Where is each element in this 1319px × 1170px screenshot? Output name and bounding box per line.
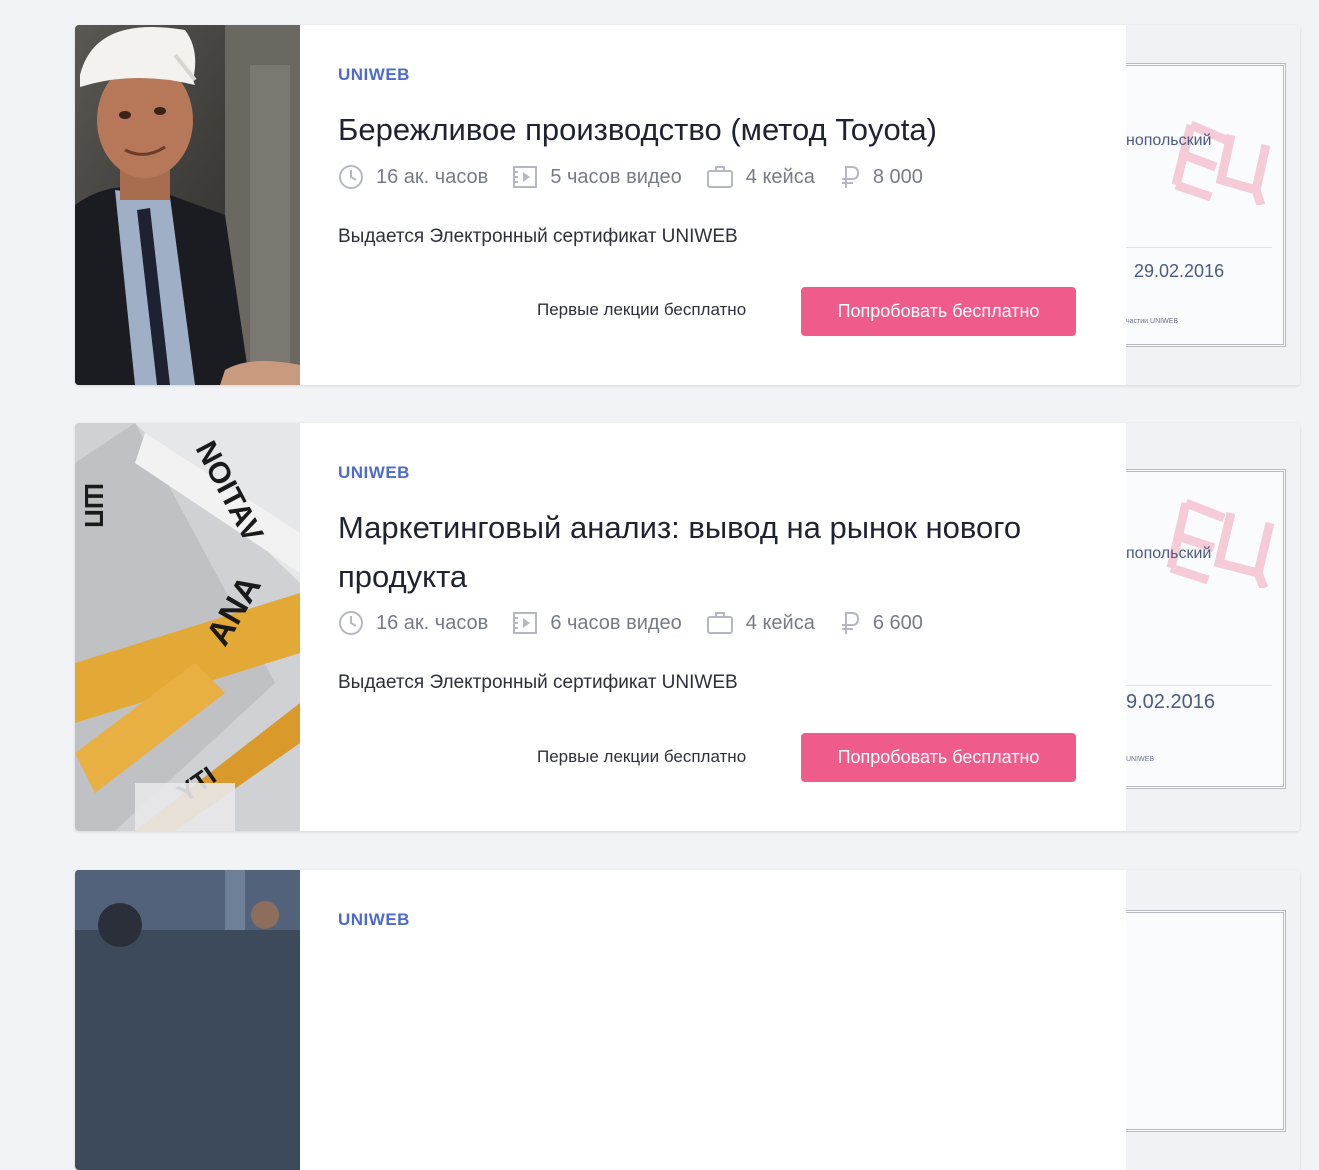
course-content: UNIWEB Бережливое производство (метод To… bbox=[300, 25, 1126, 385]
course-meta: 16 ак. часов 5 часов видео 4 кейса 8 000 bbox=[338, 163, 947, 191]
ruble-icon bbox=[841, 612, 859, 634]
course-card[interactable]: UNIWEB Бережливое производство (метод To… bbox=[75, 25, 1300, 385]
provider-label[interactable]: UNIWEB bbox=[338, 463, 410, 483]
analysis-tape-photo: NOITAV ШП ANA YTI bbox=[75, 423, 300, 831]
certificate-date: 29.02.2016 bbox=[1134, 261, 1225, 281]
ruble-icon bbox=[841, 166, 859, 188]
briefcase-icon bbox=[706, 612, 733, 634]
video-item: 5 часов видео bbox=[512, 164, 682, 190]
certificate-divider bbox=[1126, 247, 1272, 248]
team-photo bbox=[75, 870, 300, 1170]
briefcase-icon bbox=[706, 166, 733, 188]
cases-text: 4 кейса bbox=[745, 165, 815, 188]
stamp-mark bbox=[1166, 498, 1275, 588]
price-item: 8 000 bbox=[839, 164, 923, 190]
cases-text: 4 кейса bbox=[745, 611, 815, 634]
course-meta: 16 ак. часов 6 часов видео 4 кейса 6 600 bbox=[338, 609, 947, 637]
clock-icon bbox=[339, 165, 363, 189]
certificate-date: 9.02.2016 bbox=[1126, 691, 1215, 713]
course-title[interactable]: Маркетинговый анализ: вывод на рынок нов… bbox=[338, 503, 1098, 601]
certificate-preview[interactable] bbox=[1126, 870, 1300, 1170]
hours-item: 16 ак. часов bbox=[338, 610, 488, 636]
certificate-name: попольский bbox=[1126, 545, 1212, 562]
course-thumbnail[interactable] bbox=[75, 25, 300, 385]
certificate-name: нопольский bbox=[1126, 132, 1212, 149]
course-content: UNIWEB Маркетинговый анализ: вывод на ры… bbox=[300, 423, 1126, 831]
certificate-preview[interactable]: нопольский 29.02.2016 частии UNIWEB bbox=[1126, 25, 1300, 385]
course-thumbnail[interactable] bbox=[75, 870, 300, 1170]
price-text: 8 000 bbox=[872, 165, 923, 188]
try-free-button[interactable]: Попробовать бесплатно bbox=[801, 287, 1076, 336]
provider-label[interactable]: UNIWEB bbox=[338, 65, 410, 85]
hours-text: 16 ак. часов bbox=[376, 165, 489, 188]
course-title[interactable]: Бережливое производство (метод Toyota) bbox=[338, 105, 1098, 154]
certificate-fine-print: UNIWEB bbox=[1126, 756, 1154, 763]
course-thumbnail[interactable]: NOITAV ШП ANA YTI bbox=[75, 423, 300, 831]
clock-icon bbox=[339, 611, 363, 635]
certificate-note: Выдается Электронный сертификат UNIWEB bbox=[338, 226, 738, 247]
certificate-frame bbox=[1126, 910, 1286, 1132]
hours-text: 16 ак. часов bbox=[376, 611, 489, 634]
certificate-note: Выдается Электронный сертификат UNIWEB bbox=[338, 672, 738, 693]
hours-item: 16 ак. часов bbox=[338, 164, 488, 190]
video-icon bbox=[513, 166, 538, 188]
course-content: UNIWEB bbox=[300, 870, 1126, 1170]
video-text: 5 часов видео bbox=[550, 165, 682, 188]
course-card[interactable]: UNIWEB bbox=[75, 870, 1300, 1170]
provider-label[interactable]: UNIWEB bbox=[338, 910, 410, 930]
svg-text:ШП: ШП bbox=[79, 483, 109, 528]
cases-item: 4 кейса bbox=[706, 610, 815, 636]
certificate-fine-print: частии UNIWEB bbox=[1126, 318, 1179, 325]
engineer-photo bbox=[75, 25, 300, 385]
free-lectures-note: Первые лекции бесплатно bbox=[537, 747, 747, 766]
try-free-button[interactable]: Попробовать бесплатно bbox=[801, 733, 1076, 782]
price-text: 6 600 bbox=[872, 611, 923, 634]
video-text: 6 часов видео bbox=[550, 611, 682, 634]
certificate-preview[interactable]: попольский 9.02.2016 UNIWEB bbox=[1126, 423, 1300, 831]
price-item: 6 600 bbox=[839, 610, 923, 636]
video-icon bbox=[513, 612, 538, 634]
video-item: 6 часов видео bbox=[512, 610, 682, 636]
course-card[interactable]: NOITAV ШП ANA YTI UNIWEB Маркетинговый а… bbox=[75, 423, 1300, 831]
certificate-divider bbox=[1126, 685, 1272, 686]
free-lectures-note: Первые лекции бесплатно bbox=[537, 300, 747, 319]
cases-item: 4 кейса bbox=[706, 164, 815, 190]
stamp-mark bbox=[1171, 120, 1271, 205]
